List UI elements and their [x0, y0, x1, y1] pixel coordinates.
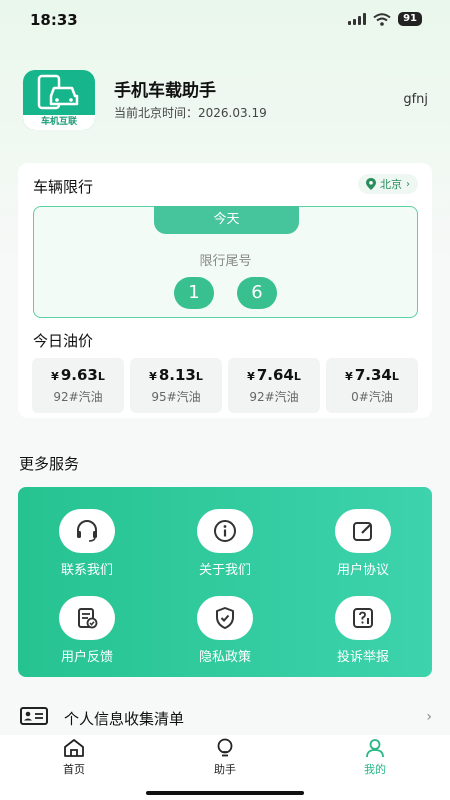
oil-type: 95#汽油	[151, 390, 201, 404]
oil-unit: L	[97, 370, 105, 383]
about-us-button[interactable]: 关于我们	[165, 509, 285, 578]
info-icon	[197, 509, 253, 553]
currency-symbol: ¥	[149, 370, 157, 383]
today-tab: 今天	[154, 206, 299, 234]
service-label: 用户反馈	[60, 650, 113, 665]
service-label: 联系我们	[60, 563, 113, 578]
user-icon	[366, 739, 384, 758]
username[interactable]: gfnj	[403, 92, 428, 107]
report-icon	[335, 596, 391, 640]
service-label: 投诉举报	[336, 650, 389, 665]
edit-document-icon	[335, 509, 391, 553]
battery-indicator: 91	[398, 12, 422, 26]
tab-label: 助手	[214, 763, 236, 776]
oil-unit: L	[391, 370, 399, 383]
feedback-icon	[59, 596, 115, 640]
city-selector[interactable]: 北京 ›	[358, 174, 418, 194]
complaint-report-button[interactable]: 投诉举报	[303, 596, 423, 665]
oil-title: 今日油价	[33, 332, 94, 350]
currency-symbol: ¥	[247, 370, 255, 383]
app-header: 车机互联 手机车载助手 当前北京时间：2026.03.19 gfnj	[0, 66, 450, 130]
currency-symbol: ¥	[51, 370, 59, 383]
status-time: 18:33	[30, 11, 78, 29]
service-label: 关于我们	[198, 563, 251, 578]
service-label: 隐私政策	[198, 650, 251, 665]
tab-home[interactable]: 首页	[34, 738, 114, 777]
time-label: 当前北京时间：	[114, 106, 199, 120]
tab-assistant[interactable]: 助手	[185, 738, 265, 777]
oil-type: 0#汽油	[351, 390, 393, 404]
oil-unit: L	[293, 370, 301, 383]
oil-item: ¥7.34L 0#汽油	[326, 358, 418, 413]
oil-type: 92#汽油	[249, 390, 299, 404]
user-agreement-button[interactable]: 用户协议	[303, 509, 423, 578]
oil-price-value: 7.64	[256, 366, 294, 384]
signal-icon	[348, 13, 367, 25]
time-value: 2026.03.19	[198, 106, 267, 120]
more-services-title: 更多服务	[19, 455, 80, 473]
restriction-title: 车辆限行	[33, 178, 94, 196]
oil-price-list: ¥9.63L 92#汽油 ¥8.13L 95#汽油 ¥7.64L 92#汽油 ¥…	[32, 358, 418, 413]
status-bar: 18:33 91	[0, 0, 450, 40]
oil-item: ¥8.13L 95#汽油	[130, 358, 222, 413]
home-icon	[64, 739, 84, 757]
oil-item: ¥7.64L 92#汽油	[228, 358, 320, 413]
shield-check-icon	[197, 596, 253, 640]
oil-price-value: 9.63	[60, 366, 98, 384]
bottom-tab-bar: 首页 助手 我的	[0, 735, 450, 800]
personal-info-list-row[interactable]: 个人信息收集清单 ›	[20, 703, 432, 731]
oil-price-value: 8.13	[158, 366, 196, 384]
services-panel: 联系我们 关于我们 用户协议 用户反馈 隐私政策 投诉举报	[18, 487, 432, 677]
tail-number-2: 6	[237, 277, 277, 309]
restriction-box: 今天 限行尾号 1 6	[33, 206, 418, 318]
user-feedback-button[interactable]: 用户反馈	[27, 596, 147, 665]
privacy-policy-button[interactable]: 隐私政策	[165, 596, 285, 665]
tab-mine[interactable]: 我的	[335, 738, 415, 777]
phone-car-icon	[37, 74, 79, 110]
tab-label: 首页	[63, 763, 85, 776]
app-logo: 车机互联	[23, 70, 95, 130]
chevron-right-icon: ›	[426, 709, 432, 725]
chevron-right-icon: ›	[406, 178, 410, 190]
status-icons: 91	[348, 12, 422, 26]
personal-info-list-label: 个人信息收集清单	[64, 710, 185, 728]
app-title: 手机车载助手	[114, 81, 216, 101]
tail-number-label: 限行尾号	[199, 254, 252, 269]
contact-us-button[interactable]: 联系我们	[27, 509, 147, 578]
info-card: 车辆限行 北京 › 今天 限行尾号 1 6 今日油价 ¥9.63L 92#汽油 …	[18, 163, 432, 418]
tab-label: 我的	[364, 763, 386, 776]
oil-item: ¥9.63L 92#汽油	[32, 358, 124, 413]
id-card-icon	[20, 707, 48, 725]
service-label: 用户协议	[336, 563, 389, 578]
logo-text: 车机互联	[23, 115, 95, 130]
oil-unit: L	[195, 370, 203, 383]
current-time: 当前北京时间：2026.03.19	[114, 104, 267, 121]
currency-symbol: ¥	[345, 370, 353, 383]
tail-number-1: 1	[174, 277, 214, 309]
location-pin-icon	[366, 178, 376, 190]
home-indicator	[146, 791, 304, 795]
bulb-icon	[217, 738, 233, 757]
oil-type: 92#汽油	[53, 390, 103, 404]
wifi-icon	[373, 12, 391, 26]
city-name: 北京	[380, 178, 402, 191]
headset-icon	[59, 509, 115, 553]
oil-price-value: 7.34	[354, 366, 392, 384]
